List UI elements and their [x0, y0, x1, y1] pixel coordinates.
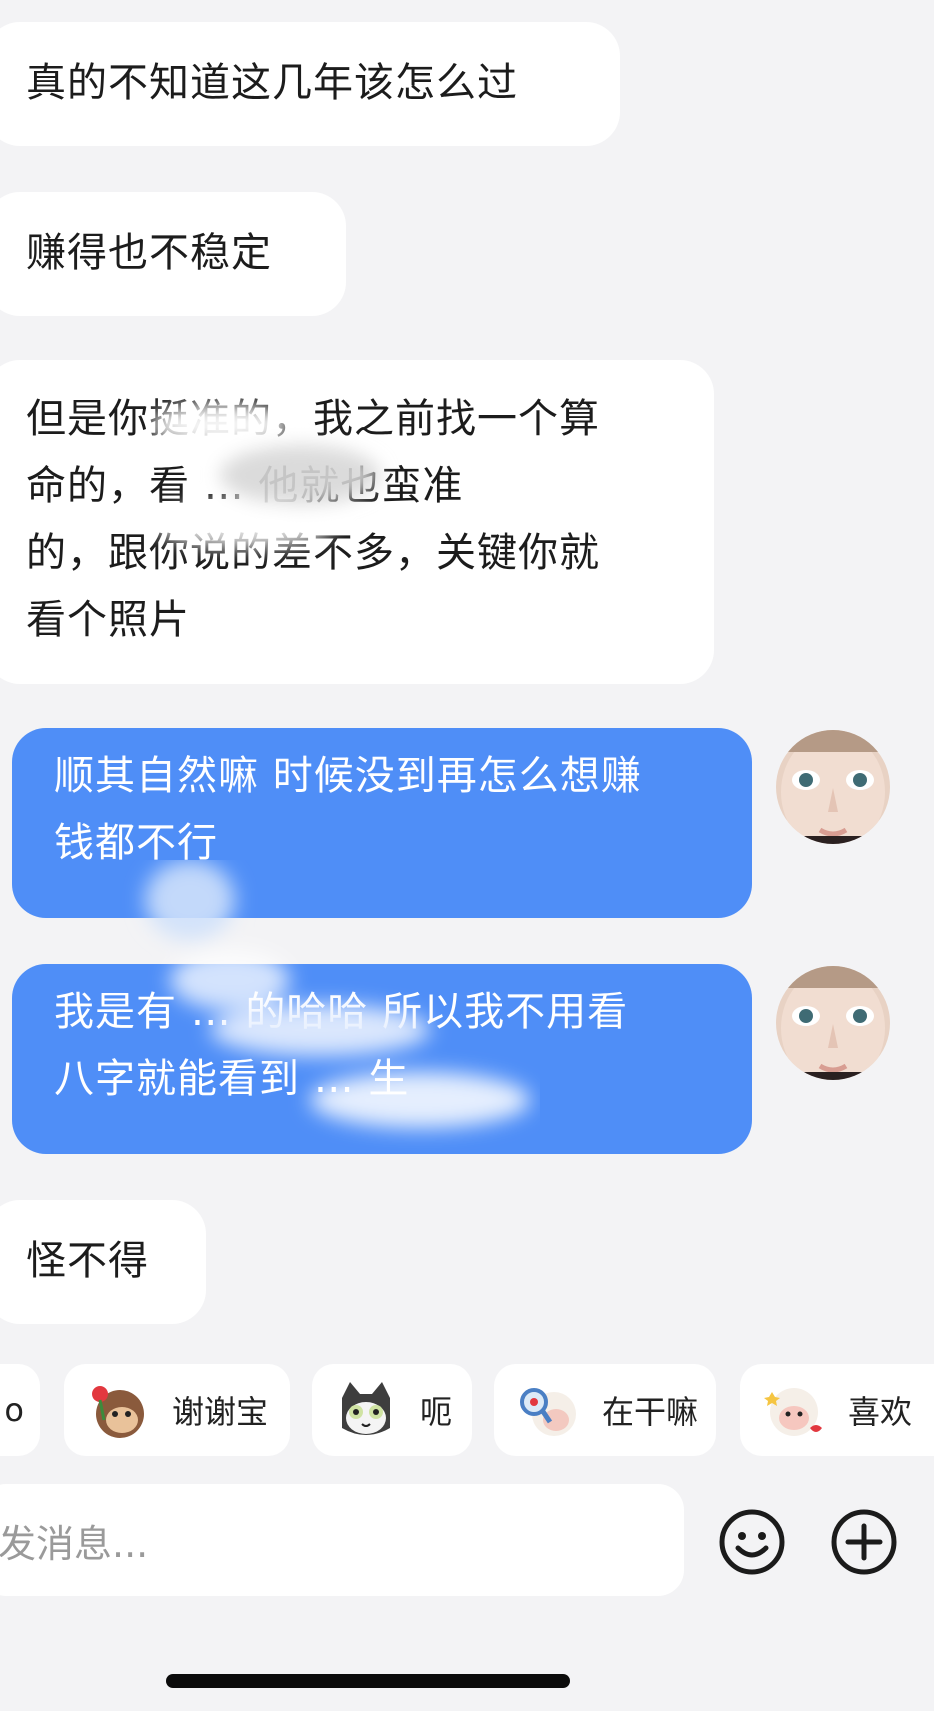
- quick-reply-chip[interactable]: o: [0, 1364, 40, 1456]
- quick-reply-label: 谢谢宝: [172, 1393, 269, 1431]
- quick-reply-chip[interactable]: 在干嘛: [494, 1364, 716, 1456]
- message-text: 真的不知道这几年该怎么过: [26, 60, 518, 106]
- quick-reply-chip[interactable]: 喜欢: [740, 1364, 934, 1456]
- user-avatar-icon: [776, 730, 890, 844]
- emoji-icon[interactable]: [718, 1508, 786, 1576]
- message-line: 钱都不行: [54, 820, 218, 866]
- quick-reply-chip[interactable]: 呃: [312, 1364, 472, 1456]
- add-icon[interactable]: [830, 1508, 898, 1576]
- avatar[interactable]: [776, 966, 890, 1080]
- quick-reply-chip[interactable]: 谢谢宝: [64, 1364, 290, 1456]
- message-input-placeholder: 发消息...: [0, 1521, 149, 1566]
- avatar[interactable]: [776, 730, 890, 844]
- incoming-message[interactable]: 但是你挺准的，我之前找一个算 命的，看 … 他就也蛮准 的，跟你说的差不多，关键…: [0, 360, 714, 684]
- incoming-message[interactable]: 怪不得: [0, 1200, 206, 1324]
- monkey-flower-sticker-icon: [92, 1386, 144, 1438]
- outgoing-message[interactable]: 顺其自然嘛 时候没到再怎么想赚 钱都不行: [12, 728, 752, 918]
- chat-message-list[interactable]: 真的不知道这几年该怎么过 赚得也不稳定 但是你挺准的，我之前找一个算 命的，看 …: [0, 0, 934, 1330]
- quick-reply-label: 喜欢: [848, 1393, 913, 1431]
- cat-sticker-icon: [342, 1382, 390, 1435]
- message-line: 但是你挺准的，我之前找一个算: [26, 396, 600, 442]
- sheep-love-sticker-icon: [764, 1388, 822, 1436]
- message-input[interactable]: 发消息...: [0, 1484, 684, 1596]
- message-line: 八字就能看到 … 生: [54, 1056, 410, 1102]
- message-line: 顺其自然嘛 时候没到再怎么想赚: [54, 753, 642, 799]
- user-avatar-icon: [776, 966, 890, 1080]
- outgoing-message[interactable]: 我是有 … 的哈哈 所以我不用看 八字就能看到 … 生: [12, 964, 752, 1154]
- quick-reply-label: 呃: [420, 1393, 453, 1431]
- message-line: 我是有 … 的哈哈 所以我不用看: [54, 989, 629, 1035]
- message-text: 怪不得: [26, 1238, 149, 1284]
- quick-reply-bar[interactable]: o 谢谢宝 呃 在干嘛 喜欢: [0, 1364, 934, 1456]
- incoming-message[interactable]: 赚得也不稳定: [0, 192, 346, 316]
- message-line: 命的，看 … 他就也蛮准: [26, 463, 464, 509]
- sheep-magnifier-sticker-icon: [520, 1388, 576, 1436]
- quick-reply-label: o: [4, 1391, 24, 1429]
- home-indicator: [166, 1674, 570, 1688]
- incoming-message[interactable]: 真的不知道这几年该怎么过: [0, 22, 620, 146]
- message-line: 看个照片: [26, 597, 190, 643]
- message-text: 赚得也不稳定: [26, 230, 272, 276]
- quick-reply-label: 在干嘛: [602, 1393, 699, 1431]
- message-line: 的，跟你说的差不多，关键你就: [26, 530, 600, 576]
